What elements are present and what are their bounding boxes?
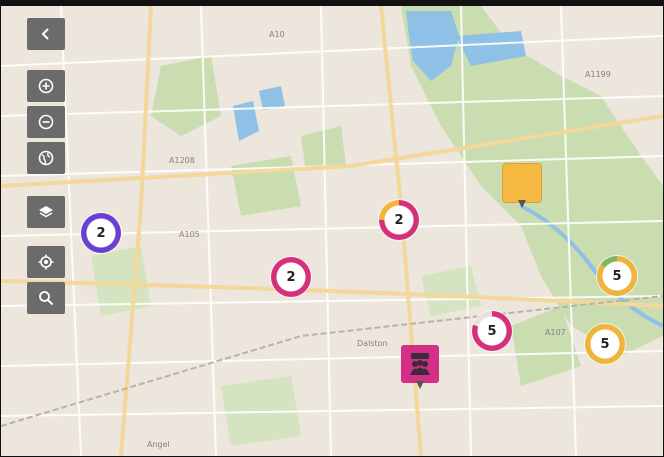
marker-body xyxy=(503,164,541,202)
map-label-angel: Angel xyxy=(147,440,170,449)
search-icon xyxy=(39,291,54,306)
cluster-count: 5 xyxy=(600,336,610,352)
people-group-icon xyxy=(410,353,430,375)
collapse-button[interactable] xyxy=(27,18,65,50)
yellow-marker[interactable] xyxy=(503,164,541,210)
layers-icon xyxy=(39,206,53,218)
map-label-road: A1208 xyxy=(169,156,195,165)
marker-tail xyxy=(518,200,526,208)
locate-button[interactable] xyxy=(27,246,65,278)
marker-body xyxy=(401,345,439,383)
park-area xyxy=(231,156,301,216)
map-label-dalston: Dalston xyxy=(357,339,388,348)
cluster-marker[interactable]: 2 xyxy=(379,200,419,240)
zoom-out-button[interactable] xyxy=(27,106,65,138)
cluster-count: 5 xyxy=(612,268,622,284)
cluster-marker[interactable]: 5 xyxy=(472,311,512,351)
map-view[interactable]: Dalston Angel A1208 A105 A10 A107 A1199 … xyxy=(0,0,664,457)
cluster-marker[interactable]: 5 xyxy=(585,324,625,364)
cluster-count: 2 xyxy=(286,269,296,285)
map-label-road: A1199 xyxy=(585,70,611,79)
minus-circle-icon xyxy=(38,114,54,130)
park-area xyxy=(421,266,481,316)
park-area xyxy=(151,56,221,136)
cluster-count: 5 xyxy=(487,323,497,339)
chevron-left-icon xyxy=(41,28,49,40)
marker-tail xyxy=(416,381,424,389)
globe-icon xyxy=(38,150,54,166)
cluster-marker[interactable]: 5 xyxy=(597,256,637,296)
zoom-in-button[interactable] xyxy=(27,70,65,102)
water-area xyxy=(259,86,285,110)
pink-marker[interactable] xyxy=(401,345,439,391)
map-label-road: A107 xyxy=(545,328,566,337)
plus-circle-icon xyxy=(38,78,54,94)
cluster-count: 2 xyxy=(394,212,404,228)
layers-button[interactable] xyxy=(27,196,65,228)
crosshair-icon xyxy=(38,254,54,270)
cluster-count: 2 xyxy=(96,225,106,241)
globe-button[interactable] xyxy=(27,142,65,174)
map-label-road: A105 xyxy=(179,230,200,239)
cluster-marker[interactable]: 2 xyxy=(81,213,121,253)
water-area xyxy=(233,101,259,141)
map-label-road: A10 xyxy=(269,30,285,39)
search-button[interactable] xyxy=(27,282,65,314)
cluster-marker[interactable]: 2 xyxy=(271,257,311,297)
